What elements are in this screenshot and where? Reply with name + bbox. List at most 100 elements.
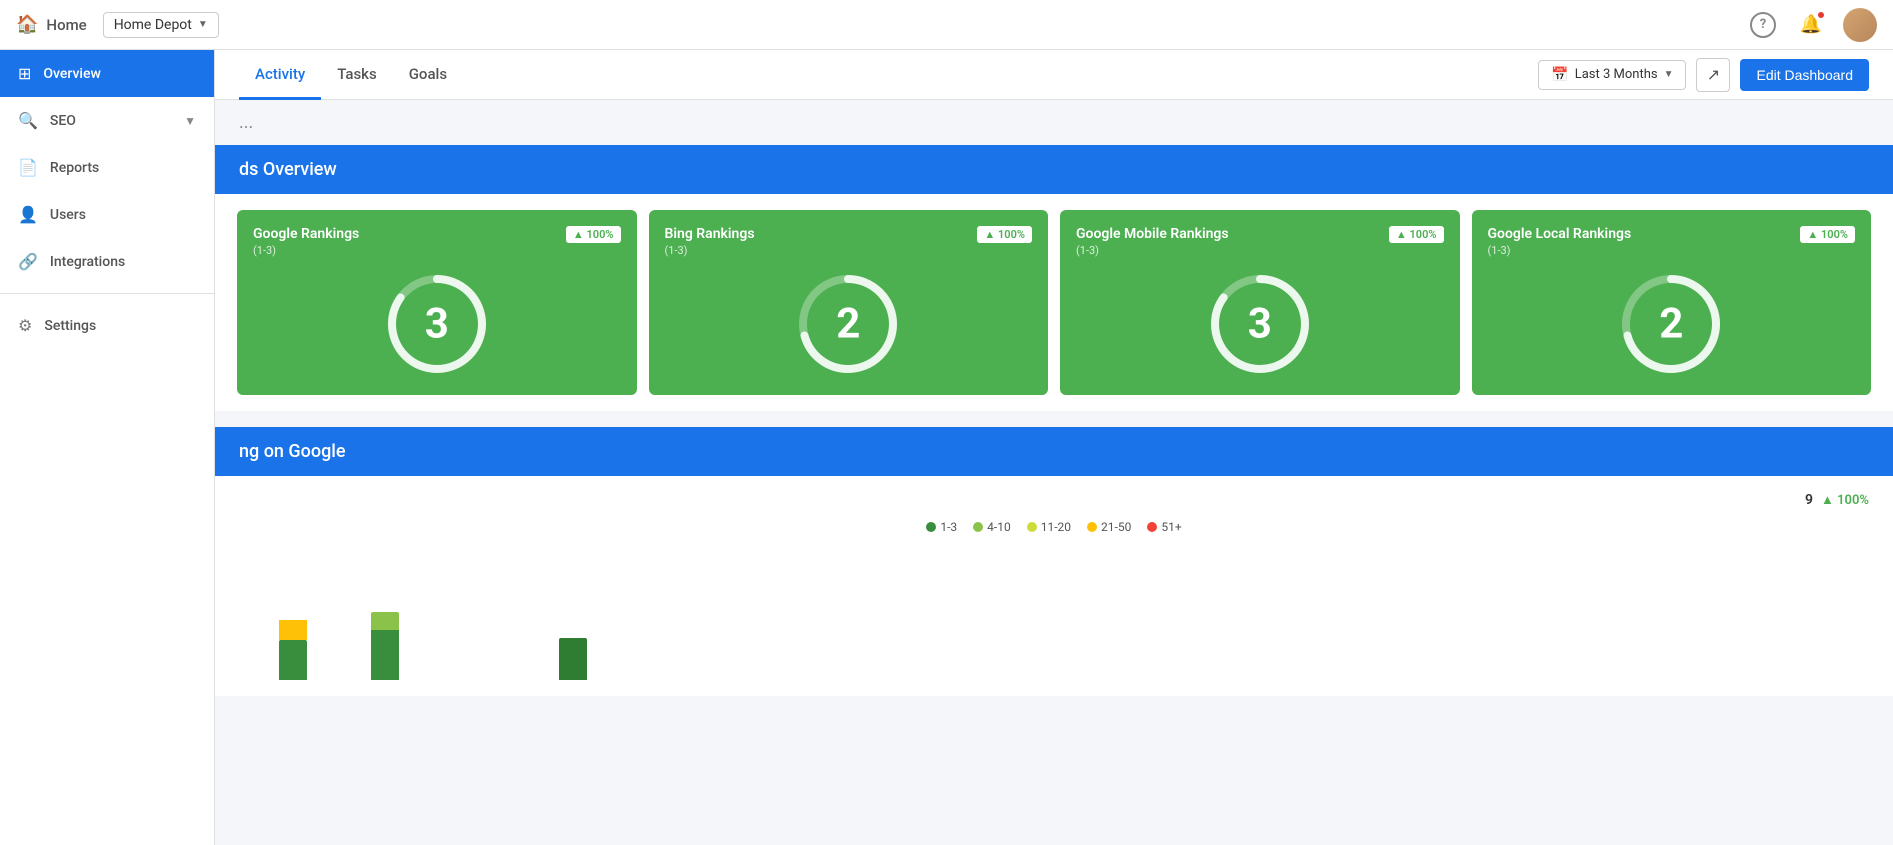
home-icon: 🏠 <box>16 14 38 35</box>
sidebar-label-reports: Reports <box>50 160 99 176</box>
legend-dot-21-50 <box>1087 522 1097 532</box>
top-bar: 🏠 Home Home Depot ▼ ? 🔔 <box>0 0 1893 50</box>
card-4-badge: ▲ 100% <box>1800 226 1855 243</box>
calendar-icon: 📅 <box>1551 67 1568 83</box>
tab-bar-right: 📅 Last 3 Months ▼ ↗ Edit Dashboard <box>1538 58 1869 92</box>
card-4-title: Google Local Rankings <box>1488 226 1632 242</box>
card-2-circle: 2 <box>665 269 1033 379</box>
sidebar-label-seo: SEO <box>50 113 76 129</box>
card-1-circle: 3 <box>253 269 621 379</box>
legend-label-11-20: 11-20 <box>1041 520 1071 534</box>
reports-icon: 📄 <box>18 158 38 177</box>
share-icon: ↗ <box>1707 65 1720 84</box>
seo-left: 🔍 SEO <box>18 111 76 130</box>
tab-bar: Activity Tasks Goals 📅 Last 3 Months ▼ ↗… <box>215 50 1893 100</box>
help-icon: ? <box>1750 12 1776 38</box>
tab-goals[interactable]: Goals <box>393 51 463 100</box>
card-3-title: Google Mobile Rankings <box>1076 226 1229 242</box>
google-ranking-header: ng on Google <box>215 427 1893 476</box>
card-3-header: Google Mobile Rankings (1-3) ▲ 100% <box>1076 226 1444 257</box>
tab-activity[interactable]: Activity <box>239 51 321 100</box>
legend-label-1-3: 1-3 <box>940 520 957 534</box>
card-2-badge: ▲ 100% <box>977 226 1032 243</box>
legend-21-50: 21-50 <box>1087 520 1131 534</box>
sidebar-item-settings[interactable]: ⚙ Settings <box>0 302 214 349</box>
content-area: Activity Tasks Goals 📅 Last 3 Months ▼ ↗… <box>215 50 1893 845</box>
date-filter-button[interactable]: 📅 Last 3 Months ▼ <box>1538 60 1686 90</box>
top-bar-right: ? 🔔 <box>1747 8 1877 42</box>
help-button[interactable]: ? <box>1747 9 1779 41</box>
card-3-value: 3 <box>1248 300 1272 349</box>
sidebar: ⊞ Overview 🔍 SEO ▼ 📄 Reports 👤 Users 🔗 I… <box>0 50 215 845</box>
legend-dot-11-20 <box>1027 522 1037 532</box>
date-filter-label: Last 3 Months <box>1575 67 1658 82</box>
card-4-header: Google Local Rankings (1-3) ▲ 100% <box>1488 226 1856 257</box>
ranking-card-google-mobile: Google Mobile Rankings (1-3) ▲ 100% <box>1060 210 1460 395</box>
bar-1-segment-1-3 <box>279 640 307 680</box>
card-1-title: Google Rankings <box>253 226 359 242</box>
avatar-image <box>1843 8 1877 42</box>
workspace-selector[interactable]: Home Depot ▼ <box>103 12 219 38</box>
three-dots-menu[interactable]: ... <box>215 100 1893 145</box>
google-section-top: 9 ▲ 100% <box>239 492 1869 508</box>
bar-3-segment-1-3 <box>371 630 399 680</box>
settings-icon: ⚙ <box>18 316 32 335</box>
bar-chart <box>239 550 1869 680</box>
home-label: Home <box>46 16 86 34</box>
card-3-badge: ▲ 100% <box>1389 226 1444 243</box>
seo-chevron-icon: ▼ <box>184 114 196 128</box>
card-4-circle: 2 <box>1488 269 1856 379</box>
avatar[interactable] <box>1843 8 1877 42</box>
rankings-cards-container: Google Rankings (1-3) ▲ 100% <box>215 194 1893 411</box>
home-nav[interactable]: 🏠 Home <box>16 14 87 35</box>
card-2-subtitle: (1-3) <box>665 244 755 257</box>
bar-3 <box>371 550 399 680</box>
seo-icon: 🔍 <box>18 111 38 130</box>
sidebar-label-settings: Settings <box>44 318 96 334</box>
share-button[interactable]: ↗ <box>1696 58 1730 92</box>
bar-3-segment-4-10 <box>371 612 399 630</box>
legend-dot-1-3 <box>926 522 936 532</box>
legend-label-51plus: 51+ <box>1161 520 1181 534</box>
date-filter-arrow: ▼ <box>1664 69 1674 80</box>
sidebar-item-reports[interactable]: 📄 Reports <box>0 144 214 191</box>
integrations-icon: 🔗 <box>18 252 38 271</box>
legend-dot-51plus <box>1147 522 1157 532</box>
bar-1-segment-21-50 <box>279 620 307 640</box>
google-total: 9 <box>1805 492 1813 508</box>
legend-4-10: 4-10 <box>973 520 1011 534</box>
notification-button[interactable]: 🔔 <box>1795 9 1827 41</box>
sidebar-item-seo[interactable]: 🔍 SEO ▼ <box>0 97 214 144</box>
card-1-value: 3 <box>425 300 449 349</box>
sidebar-item-integrations[interactable]: 🔗 Integrations <box>0 238 214 285</box>
bar-8-segment <box>559 638 587 680</box>
ranking-card-google-local: Google Local Rankings (1-3) ▲ 100% <box>1472 210 1872 395</box>
sidebar-label-overview: Overview <box>43 66 100 82</box>
card-1-header: Google Rankings (1-3) ▲ 100% <box>253 226 621 257</box>
legend-11-20: 11-20 <box>1027 520 1071 534</box>
card-2-title: Bing Rankings <box>665 226 755 242</box>
sidebar-label-users: Users <box>50 207 86 223</box>
card-3-circle: 3 <box>1076 269 1444 379</box>
bar-1 <box>279 550 307 680</box>
legend-label-21-50: 21-50 <box>1101 520 1131 534</box>
ranking-card-google: Google Rankings (1-3) ▲ 100% <box>237 210 637 395</box>
tab-tasks[interactable]: Tasks <box>321 51 393 100</box>
card-1-badge: ▲ 100% <box>566 226 621 243</box>
workspace-name: Home Depot <box>114 17 192 33</box>
sidebar-item-overview[interactable]: ⊞ Overview <box>0 50 214 97</box>
edit-dashboard-button[interactable]: Edit Dashboard <box>1740 59 1869 91</box>
legend-1-3: 1-3 <box>926 520 957 534</box>
card-4-subtitle: (1-3) <box>1488 244 1632 257</box>
users-icon: 👤 <box>18 205 38 224</box>
sidebar-divider <box>0 293 214 294</box>
workspace-dropdown-arrow: ▼ <box>198 19 208 30</box>
card-2-value: 2 <box>836 300 860 349</box>
sidebar-item-users[interactable]: 👤 Users <box>0 191 214 238</box>
sidebar-label-integrations: Integrations <box>50 254 125 270</box>
main-layout: ⊞ Overview 🔍 SEO ▼ 📄 Reports 👤 Users 🔗 I… <box>0 50 1893 845</box>
notification-dot <box>1817 11 1825 19</box>
legend-dot-4-10 <box>973 522 983 532</box>
overview-icon: ⊞ <box>18 64 31 83</box>
bar-8 <box>559 550 587 680</box>
